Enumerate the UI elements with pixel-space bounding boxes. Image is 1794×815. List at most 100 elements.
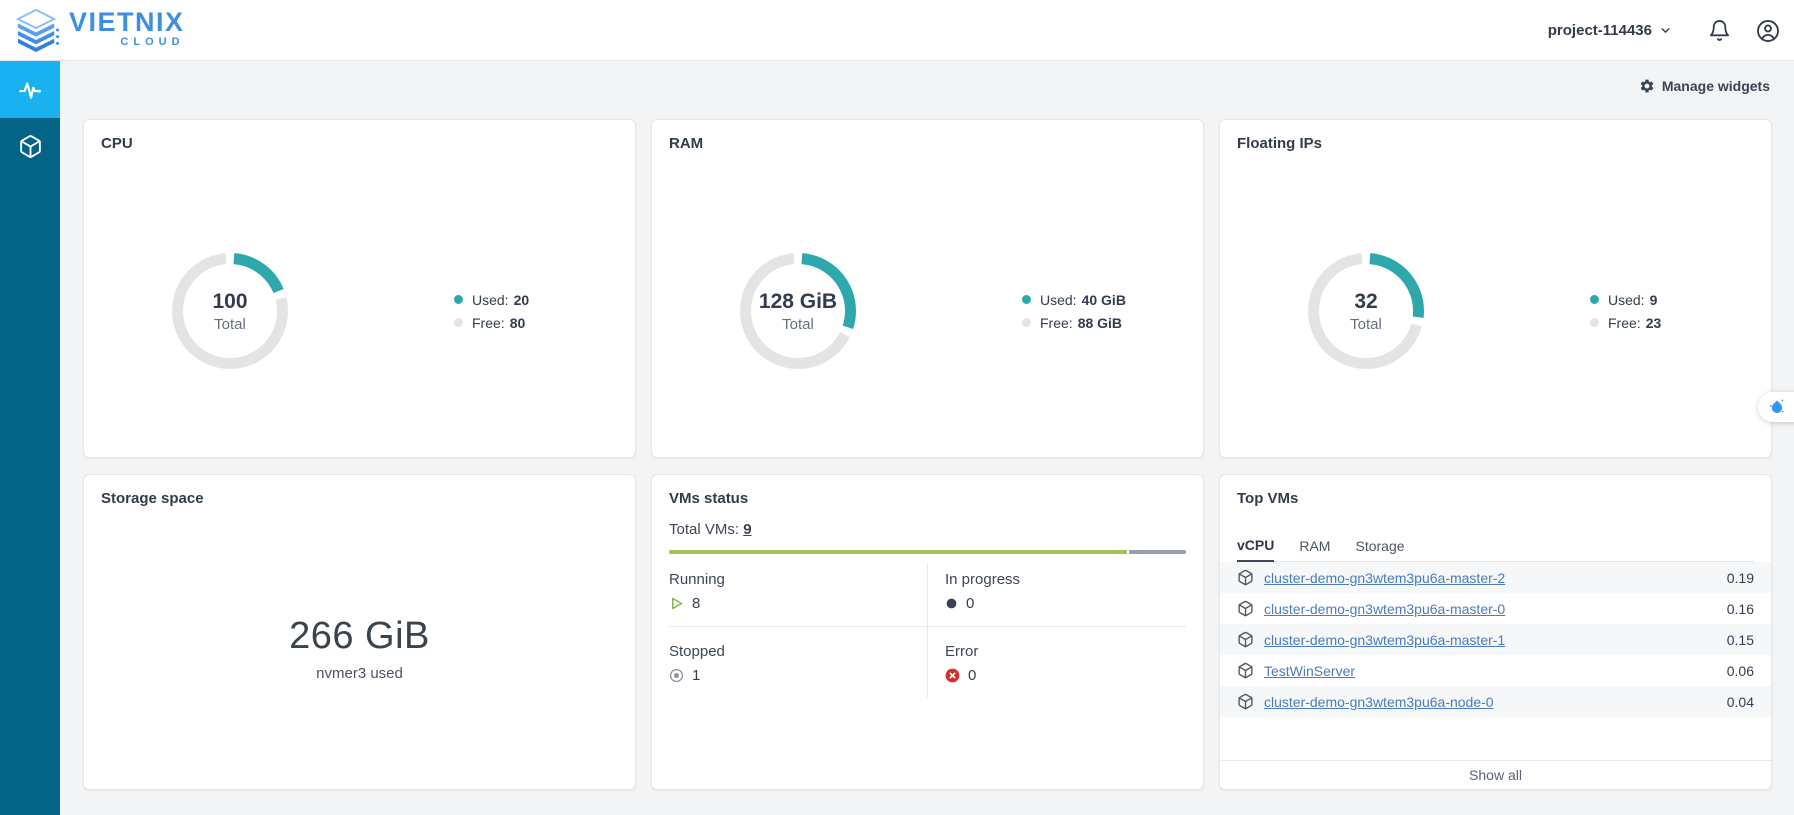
vm-link[interactable]: cluster-demo-gn3wtem3pu6a-master-1 <box>1264 632 1505 648</box>
legend-free: Free: 88 GiB <box>1022 311 1126 334</box>
account-button[interactable] <box>1756 19 1780 43</box>
error-icon <box>945 668 960 683</box>
tab-ram[interactable]: RAM <box>1299 530 1330 561</box>
ram-total-label: Total <box>782 315 814 333</box>
widget-title: Storage space <box>101 490 204 507</box>
widget-floating-ips: Floating IPs 32 Total Used: 9 Free: 23 <box>1219 119 1772 458</box>
vm-link[interactable]: TestWinServer <box>1264 663 1355 679</box>
status-cell-in-progress: In progress 0 <box>928 563 1186 626</box>
chevron-down-icon <box>1661 28 1670 33</box>
vm-cube-icon <box>1238 569 1253 586</box>
cpu-legend: Used: 20 Free: 80 <box>454 288 529 334</box>
used-value: 20 <box>513 291 530 308</box>
widget-cpu: CPU 100 Total Used: 20 Free: 80 <box>83 119 636 458</box>
widget-title: Top VMs <box>1237 490 1299 507</box>
widget-title: VMs status <box>669 490 749 507</box>
status-cell-stopped: Stopped 1 <box>669 626 928 698</box>
vm-link[interactable]: cluster-demo-gn3wtem3pu6a-node-0 <box>1264 694 1494 710</box>
status-label: Error <box>945 643 979 660</box>
bell-icon <box>1709 20 1730 41</box>
project-selector-label: project-114436 <box>1547 22 1652 39</box>
status-value: 1 <box>692 667 701 684</box>
account-icon <box>1757 19 1779 42</box>
status-value: 0 <box>968 667 977 684</box>
vietnix-logo[interactable]: VIETNIX CLOUD <box>14 9 185 52</box>
top-vms-list: cluster-demo-gn3wtem3pu6a-master-2 0.19 … <box>1220 562 1771 717</box>
table-row: TestWinServer 0.06 <box>1220 655 1771 686</box>
legend-used: Used: 9 <box>1590 288 1661 311</box>
vms-status-bar <box>669 550 1186 554</box>
used-dot <box>454 295 463 304</box>
cube-icon <box>19 135 41 158</box>
table-row: cluster-demo-gn3wtem3pu6a-master-2 0.19 <box>1220 562 1771 593</box>
used-value: 9 <box>1649 291 1658 308</box>
show-all-button[interactable]: Show all <box>1220 760 1771 789</box>
in-progress-icon <box>946 598 957 609</box>
floating-ips-total-value: 32 <box>1354 289 1378 313</box>
widget-storage-space: Storage space 266 GiB nvmer3 used <box>83 474 636 790</box>
free-value: 88 GiB <box>1077 314 1123 331</box>
project-selector[interactable]: project-114436 <box>1548 22 1672 39</box>
vm-value: 0.19 <box>1726 569 1754 586</box>
sidebar-item-dashboard[interactable] <box>0 61 60 118</box>
total-vms-link[interactable]: 9 <box>743 521 751 538</box>
free-value: 23 <box>1645 314 1662 331</box>
used-label: Used: <box>1040 291 1077 308</box>
stopped-icon <box>669 668 684 683</box>
cpu-total-label: Total <box>214 315 246 333</box>
table-row: cluster-demo-gn3wtem3pu6a-node-0 0.04 <box>1220 686 1771 717</box>
floating-ips-legend: Used: 9 Free: 23 <box>1590 288 1661 334</box>
sidebar-nav <box>0 61 60 815</box>
status-value: 8 <box>692 595 701 612</box>
status-label: In progress <box>945 571 1021 588</box>
total-vms: Total VMs: 9 <box>669 521 752 538</box>
manage-widgets-label: Manage widgets <box>1661 78 1770 94</box>
legend-free: Free: 80 <box>454 311 529 334</box>
free-label: Free: <box>1040 314 1073 331</box>
free-label: Free: <box>472 314 505 331</box>
status-cell-error: Error 0 <box>928 626 1186 698</box>
total-vms-label: Total VMs: <box>669 521 740 538</box>
vm-value: 0.04 <box>1726 693 1754 710</box>
support-widget-button[interactable] <box>1758 392 1794 422</box>
widget-title: CPU <box>101 135 133 152</box>
status-value: 0 <box>966 595 975 612</box>
vm-cube-icon <box>1238 662 1253 679</box>
droplet-icon <box>1769 398 1784 413</box>
widget-top-vms: Top VMs vCPU RAM Storage cluster-demo-gn… <box>1219 474 1772 790</box>
vms-status-bar-running <box>669 550 1129 554</box>
widget-title: Floating IPs <box>1237 135 1323 152</box>
floating-ips-total-label: Total <box>1350 315 1382 333</box>
tab-storage[interactable]: Storage <box>1355 530 1404 561</box>
vm-link[interactable]: cluster-demo-gn3wtem3pu6a-master-2 <box>1264 570 1505 586</box>
vm-value: 0.16 <box>1726 600 1754 617</box>
widget-ram: RAM 128 GiB Total Used: 40 GiB Free: 88 … <box>651 119 1204 458</box>
activity-icon <box>19 81 41 99</box>
free-value: 80 <box>509 314 526 331</box>
notifications-button[interactable] <box>1708 19 1731 42</box>
app-header: VIETNIX CLOUD project-114436 <box>0 0 1794 61</box>
legend-free: Free: 23 <box>1590 311 1661 334</box>
free-label: Free: <box>1608 314 1641 331</box>
brand-name: VIETNIX <box>69 7 185 37</box>
used-value: 40 GiB <box>1081 291 1126 308</box>
gear-icon <box>1640 79 1654 93</box>
storage-used-value: 266 GiB <box>289 615 430 657</box>
vms-status-grid: Running 8 In progress 0 Stopped 1 Error … <box>669 563 1186 698</box>
free-dot <box>1590 318 1599 327</box>
tab-vcpu[interactable]: vCPU <box>1237 530 1275 563</box>
logo-stack-icon <box>15 9 60 52</box>
free-dot <box>1022 318 1031 327</box>
used-dot <box>1022 295 1031 304</box>
vm-link[interactable]: cluster-demo-gn3wtem3pu6a-master-0 <box>1264 601 1505 617</box>
vm-cube-icon <box>1238 693 1253 710</box>
vm-cube-icon <box>1238 631 1253 648</box>
cpu-total-value: 100 <box>212 289 248 313</box>
used-label: Used: <box>472 291 509 308</box>
status-cell-running: Running 8 <box>669 563 928 626</box>
status-label: Stopped <box>669 643 725 660</box>
sidebar-item-instances[interactable] <box>0 118 60 175</box>
used-dot <box>1590 295 1599 304</box>
manage-widgets-button[interactable]: Manage widgets <box>1639 78 1770 94</box>
widget-title: RAM <box>669 135 704 152</box>
